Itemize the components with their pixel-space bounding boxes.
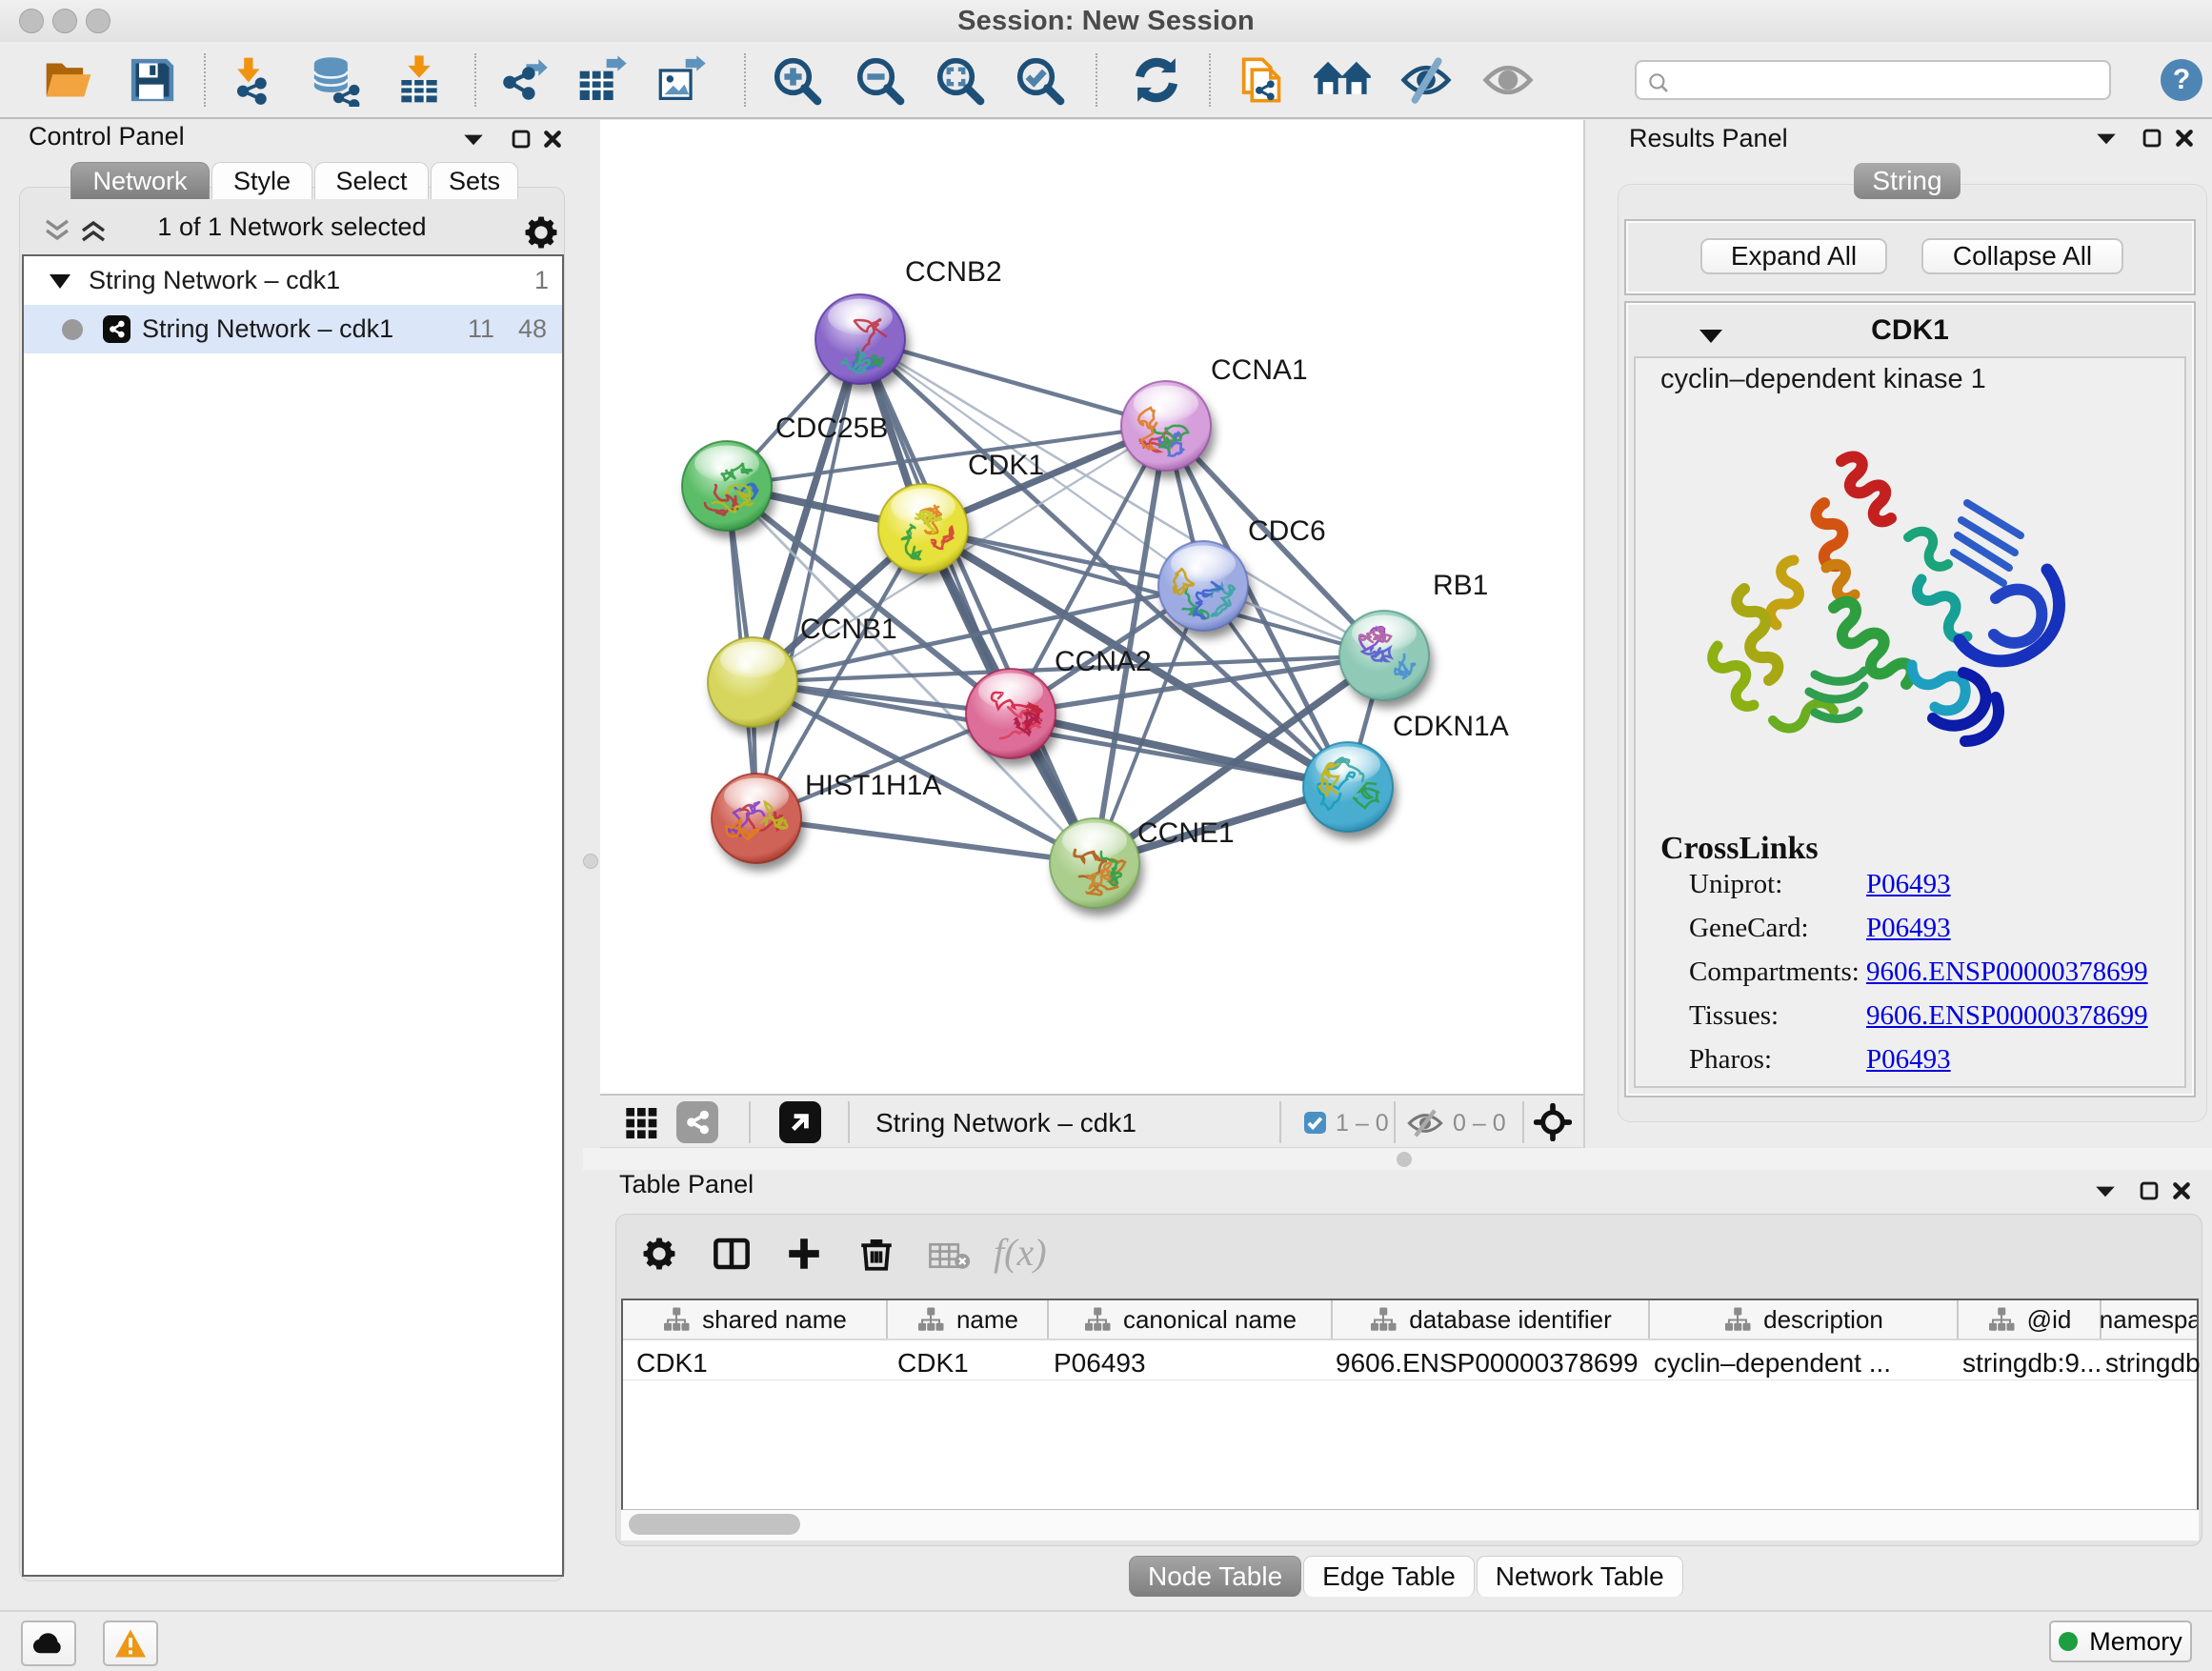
- svg-text:HIST1H1A: HIST1H1A: [805, 770, 941, 801]
- svg-text:CDC25B: CDC25B: [775, 413, 888, 444]
- svg-text:CDK1: CDK1: [968, 450, 1044, 481]
- svg-text:CCNA1: CCNA1: [1211, 354, 1308, 386]
- svg-text:RB1: RB1: [1433, 570, 1488, 601]
- svg-text:CDC6: CDC6: [1248, 515, 1326, 547]
- svg-text:CCNB2: CCNB2: [905, 256, 1002, 288]
- svg-text:CCNB1: CCNB1: [800, 614, 897, 645]
- svg-text:CDKN1A: CDKN1A: [1393, 711, 1509, 742]
- svg-text:CCNA2: CCNA2: [1055, 646, 1152, 677]
- svg-text:CCNE1: CCNE1: [1137, 817, 1235, 849]
